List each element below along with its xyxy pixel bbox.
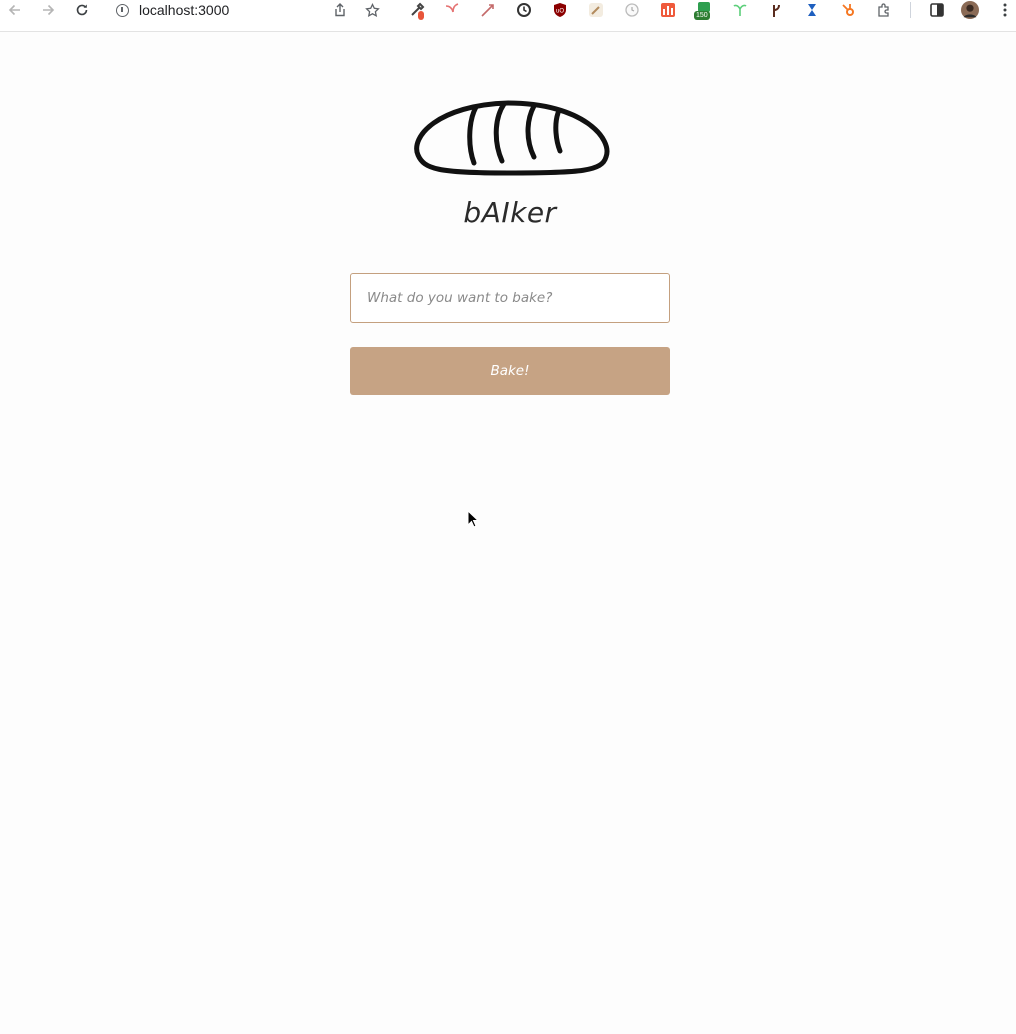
brand-title: bAIker (463, 196, 557, 229)
reload-icon[interactable] (69, 0, 95, 20)
pen-extension-icon[interactable] (587, 2, 605, 18)
branch-extension-icon[interactable] (767, 2, 785, 18)
url-text: localhost:3000 (139, 2, 230, 18)
eyedropper-extension-icon[interactable] (408, 2, 426, 20)
back-icon[interactable] (2, 0, 28, 20)
side-panel-icon[interactable] (928, 2, 946, 18)
extensions-puzzle-icon[interactable] (875, 2, 893, 18)
profile-avatar[interactable] (961, 1, 979, 19)
counter-badge: 150 (694, 11, 710, 20)
hourglass-extension-icon[interactable] (803, 2, 821, 18)
address-bar[interactable]: localhost:3000 (116, 0, 229, 20)
bread-logo-icon (408, 97, 612, 181)
bookmark-star-icon[interactable] (359, 0, 385, 20)
forward-icon[interactable] (35, 0, 61, 20)
hubspot-extension-icon[interactable] (839, 2, 857, 18)
ublock-extension-icon[interactable]: uO (551, 2, 569, 18)
site-info-icon[interactable] (116, 3, 129, 17)
share-icon[interactable] (327, 0, 353, 20)
browser-menu-icon[interactable] (996, 2, 1014, 18)
sprout-extension-icon[interactable] (731, 2, 749, 18)
timer-extension-icon[interactable] (623, 2, 641, 18)
counter-extension-icon[interactable]: 150 (694, 2, 713, 20)
toolbar-divider (910, 2, 911, 18)
bake-search-input[interactable] (350, 273, 670, 323)
svg-text:uO: uO (556, 9, 564, 15)
leaf-extension-icon[interactable] (443, 2, 461, 18)
clock-extension-icon[interactable] (515, 2, 533, 18)
chart-extension-icon[interactable] (659, 2, 677, 18)
quill-extension-icon[interactable] (479, 2, 497, 18)
browser-toolbar: localhost:3000 uO 150 (0, 0, 1016, 32)
mouse-cursor-icon (467, 509, 480, 533)
bake-button[interactable]: Bake! (350, 347, 670, 395)
